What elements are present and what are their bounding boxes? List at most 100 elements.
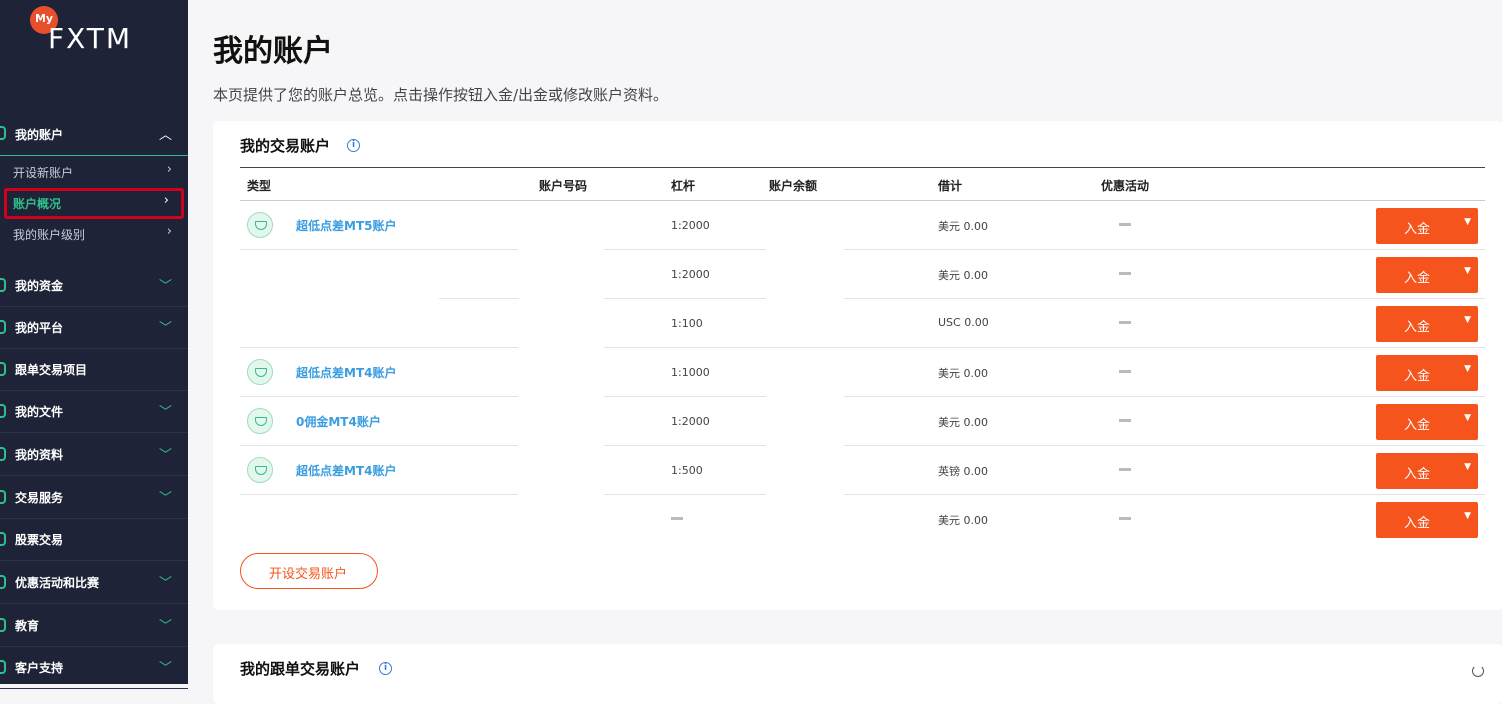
sidebar-item-support[interactable]: 客户支持 ﹀ (0, 647, 188, 689)
sidebar-item-label: 教育 (15, 619, 40, 633)
credit-value: 美元 0.00 (938, 269, 988, 282)
deposit-button-label: 入金 (1404, 271, 1431, 286)
column-header-account-number: 账户号码 (539, 179, 588, 193)
table-row: 超低点差MT4账户 1:500 英镑 0.00 入金 ▼ (240, 446, 1485, 495)
fxtm-logo[interactable]: My FXTM (30, 6, 150, 66)
account-icon (0, 126, 6, 140)
promotion-dash (1119, 517, 1131, 520)
caret-down-icon[interactable]: ▼ (1464, 315, 1471, 325)
leverage-dash (671, 517, 683, 520)
leverage-value: 1:2000 (671, 415, 710, 428)
credit-value: 美元 0.00 (938, 220, 988, 233)
chevron-down-icon: ﹀ (158, 405, 172, 420)
sidebar-item-label: 优惠活动和比赛 (15, 576, 100, 590)
promotion-dash (1119, 223, 1131, 226)
caret-down-icon[interactable]: ▼ (1464, 462, 1471, 472)
column-header-promotions: 优惠活动 (1101, 179, 1150, 193)
logo-brand: FXTM (48, 22, 133, 55)
stock-icon (0, 532, 6, 546)
table-row: 1:100 USC 0.00 入金 ▼ (240, 299, 1485, 348)
caret-down-icon[interactable]: ▼ (1464, 511, 1471, 521)
chevron-right-icon: › (166, 162, 172, 177)
page-description: 本页提供了您的账户总览。点击操作按钮入金/出金或修改账户资料。 (213, 86, 669, 104)
sidebar-item-funds[interactable]: 我的资金 ﹀ (0, 265, 188, 307)
caret-down-icon[interactable]: ▼ (1464, 217, 1471, 227)
account-type-link[interactable]: 超低点差MT4账户 (296, 364, 396, 381)
sidebar-item-label: 交易服务 (15, 491, 64, 505)
sidebar-item-label: 股票交易 (15, 533, 64, 547)
caret-down-icon[interactable]: ▼ (1464, 364, 1471, 374)
info-icon[interactable]: i (379, 662, 392, 675)
sidebar-item-documents[interactable]: 我的文件 ﹀ (0, 391, 188, 433)
sidebar-subitem-label: 开设新账户 (13, 166, 74, 180)
copy-trading-accounts-card: 我的跟单交易账户 i (213, 644, 1502, 704)
deposit-button-label: 入金 (1404, 467, 1431, 482)
account-type-link[interactable]: 超低点差MT5账户 (296, 217, 396, 234)
deposit-button[interactable]: 入金 ▼ (1376, 355, 1478, 391)
promotion-dash (1119, 272, 1131, 275)
table-header: 类型 账户号码 杠杆 账户余额 借计 优惠活动 (240, 167, 1485, 201)
deposit-button-label: 入金 (1404, 418, 1431, 433)
gem-icon (247, 408, 273, 434)
sidebar-subitem-label: 账户概况 (13, 197, 62, 211)
document-icon (0, 404, 6, 418)
chevron-down-icon: ﹀ (158, 321, 172, 336)
deposit-button-label: 入金 (1404, 222, 1431, 237)
sidebar-item-profile[interactable]: 我的资料 ﹀ (0, 434, 188, 476)
trading-accounts-title: 我的交易账户 (240, 137, 331, 155)
open-trading-account-button[interactable]: 开设交易账户 (240, 553, 378, 589)
table-row: 1:2000 美元 0.00 入金 ▼ (240, 250, 1485, 299)
education-icon (0, 618, 6, 632)
open-trading-account-label: 开设交易账户 (269, 567, 348, 582)
wallet-icon (0, 278, 6, 292)
sidebar-item-stock-trading[interactable]: 股票交易 (0, 519, 188, 561)
deposit-button[interactable]: 入金 ▼ (1376, 306, 1478, 342)
credit-value: 美元 0.00 (938, 416, 988, 429)
promotion-icon (0, 575, 6, 589)
deposit-button[interactable]: 入金 ▼ (1376, 208, 1478, 244)
chevron-up-icon: ︿ (158, 128, 172, 143)
leverage-value: 1:100 (671, 317, 703, 330)
gem-icon (247, 457, 273, 483)
sidebar-item-label: 客户支持 (15, 661, 64, 675)
account-type-link[interactable]: 超低点差MT4账户 (296, 462, 396, 479)
sidebar-subitem-account-overview[interactable]: 账户概况 › (4, 188, 184, 219)
deposit-button-label: 入金 (1404, 516, 1431, 531)
deposit-button-label: 入金 (1404, 369, 1431, 384)
sidebar-item-trading-services[interactable]: 交易服务 ﹀ (0, 477, 188, 519)
promotion-dash (1119, 370, 1131, 373)
leverage-value: 1:500 (671, 464, 703, 477)
deposit-button[interactable]: 入金 ▼ (1376, 404, 1478, 440)
leverage-value: 1:2000 (671, 268, 710, 281)
leverage-value: 1:1000 (671, 366, 710, 379)
sidebar-item-education[interactable]: 教育 ﹀ (0, 605, 188, 647)
credit-value: 美元 0.00 (938, 367, 988, 380)
sidebar-item-label: 我的资料 (15, 448, 64, 462)
deposit-button[interactable]: 入金 ▼ (1376, 453, 1478, 489)
column-header-leverage: 杠杆 (671, 179, 696, 193)
sidebar-item-label: 我的资金 (15, 279, 64, 293)
column-header-type: 类型 (247, 179, 272, 193)
sidebar-item-label: 我的平台 (15, 321, 64, 335)
caret-down-icon[interactable]: ▼ (1464, 266, 1471, 276)
sidebar-item-my-account[interactable]: 我的账户 ︿ (0, 112, 188, 156)
chevron-right-icon: › (163, 193, 169, 208)
gem-icon (247, 212, 273, 238)
info-icon[interactable]: i (347, 139, 360, 152)
trading-accounts-card: 我的交易账户 i 类型 账户号码 杠杆 账户余额 借计 优惠活动 超低点差MT5… (213, 121, 1502, 610)
caret-down-icon[interactable]: ▼ (1464, 413, 1471, 423)
deposit-button[interactable]: 入金 ▼ (1376, 502, 1478, 538)
page-title: 我的账户 (213, 34, 333, 69)
sidebar-subitem-account-level[interactable]: 我的账户级别 › (0, 218, 188, 249)
sidebar-item-platforms[interactable]: 我的平台 ﹀ (0, 307, 188, 349)
sidebar-item-copy-trading[interactable]: 跟单交易项目 (0, 349, 188, 391)
promotion-dash (1119, 468, 1131, 471)
deposit-button[interactable]: 入金 ▼ (1376, 257, 1478, 293)
promotion-dash (1119, 321, 1131, 324)
chevron-down-icon: ﹀ (158, 448, 172, 463)
sidebar-item-promotions[interactable]: 优惠活动和比赛 ﹀ (0, 562, 188, 604)
credit-value: 美元 0.00 (938, 514, 988, 527)
sidebar-subitem-open-account[interactable]: 开设新账户 › (0, 156, 188, 187)
chevron-right-icon: › (166, 224, 172, 239)
account-type-link[interactable]: 0佣金MT4账户 (296, 413, 381, 430)
